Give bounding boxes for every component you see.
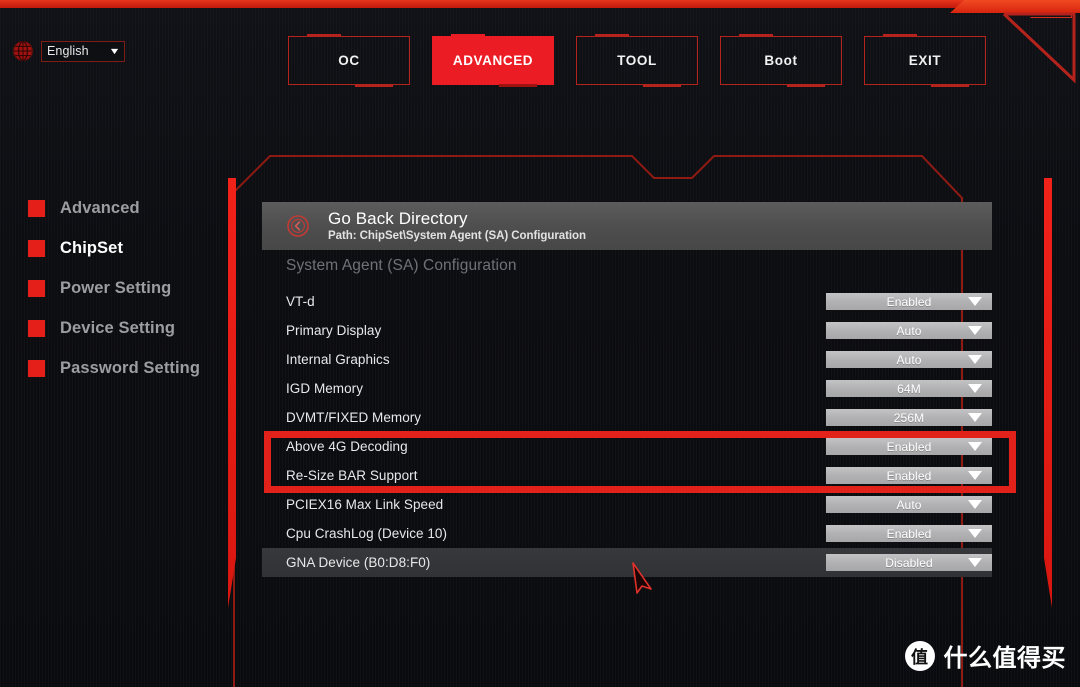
square-bullet-icon <box>28 319 45 337</box>
setting-value: Disabled <box>885 555 933 570</box>
go-back-title: Go Back Directory <box>328 208 468 228</box>
setting-label: Internal Graphics <box>286 352 390 367</box>
tab-label: ADVANCED <box>452 53 534 68</box>
setting-dropdown[interactable]: Enabled <box>826 525 992 542</box>
chevron-down-icon <box>968 442 982 451</box>
globe-icon <box>13 41 33 61</box>
setting-label: VT-d <box>286 294 315 309</box>
setting-label: Primary Display <box>286 323 382 338</box>
table-row[interactable]: GNA Device (B0:D8:F0) Disabled <box>262 548 992 577</box>
sidebar-item-password-setting[interactable]: Password Setting <box>28 348 228 388</box>
sidebar-item-label: Power Setting <box>60 278 172 297</box>
square-bullet-icon <box>28 239 45 257</box>
back-arrow-circle-icon <box>287 215 309 237</box>
square-bullet-icon <box>28 199 45 217</box>
setting-value: Enabled <box>886 468 932 483</box>
setting-label: Cpu CrashLog (Device 10) <box>286 526 448 541</box>
tab-label: EXIT <box>908 53 942 68</box>
setting-dropdown[interactable]: 256M <box>826 409 992 426</box>
table-row[interactable]: Cpu CrashLog (Device 10) Enabled <box>262 519 992 548</box>
bios-screen: English ▼ OC ADVANCED TOOL Boot EXIT Adv… <box>0 0 1080 687</box>
watermark-badge-icon: 值 <box>904 640 935 671</box>
watermark: 值 什么值得买 <box>904 638 1067 673</box>
sidebar-item-label: Advanced <box>60 198 140 217</box>
square-bullet-icon <box>28 279 45 297</box>
watermark-text: 什么值得买 <box>943 644 1066 672</box>
setting-dropdown[interactable]: 64M <box>826 380 992 397</box>
setting-value: Auto <box>896 323 922 338</box>
setting-label: DVMT/FIXED Memory <box>286 410 422 425</box>
sidebar-item-chipset[interactable]: ChipSet <box>28 228 228 268</box>
table-row[interactable]: DVMT/FIXED Memory 256M <box>262 403 992 432</box>
sidebar-item-label: Password Setting <box>60 358 201 377</box>
setting-dropdown[interactable]: Auto <box>826 496 992 513</box>
sidebar-item-device-setting[interactable]: Device Setting <box>28 308 228 348</box>
setting-value: Enabled <box>886 439 932 454</box>
setting-label: PCIEX16 Max Link Speed <box>286 497 444 512</box>
chevron-down-icon <box>968 326 982 335</box>
chevron-down-icon <box>968 500 982 509</box>
tab-label: TOOL <box>617 53 657 68</box>
tab-label: Boot <box>764 53 798 68</box>
tab-tool[interactable]: TOOL <box>576 34 698 87</box>
table-row[interactable]: IGD Memory 64M <box>262 374 992 403</box>
language-value: English <box>47 44 89 58</box>
table-row[interactable]: Internal Graphics Auto <box>262 345 992 374</box>
settings-list: VT-d Enabled Primary Display Auto Intern… <box>262 287 992 577</box>
language-dropdown[interactable]: English ▼ <box>41 40 125 62</box>
chevron-down-icon <box>968 355 982 364</box>
go-back-path: Path: ChipSet\System Agent (SA) Configur… <box>328 229 586 242</box>
table-row[interactable]: Above 4G Decoding Enabled <box>262 432 992 461</box>
chevron-down-icon <box>968 471 982 480</box>
setting-value: Auto <box>896 352 922 367</box>
sidebar: Advanced ChipSet Power Setting Device Se… <box>28 188 228 388</box>
setting-label: GNA Device (B0:D8:F0) <box>286 555 431 570</box>
setting-label: Re-Size BAR Support <box>286 468 418 483</box>
setting-value: Enabled <box>886 294 932 309</box>
setting-dropdown[interactable]: Enabled <box>826 438 992 455</box>
tab-label: OC <box>338 53 360 68</box>
chevron-down-icon <box>968 384 982 393</box>
top-accent-strip <box>0 0 1080 8</box>
triangle-decoration-icon <box>1002 12 1076 84</box>
chevron-down-icon <box>968 413 982 422</box>
panel-left-accent-bar <box>228 178 236 638</box>
tab-exit[interactable]: EXIT <box>864 34 986 87</box>
setting-value: 64M <box>897 381 921 396</box>
chevron-down-icon <box>968 297 982 306</box>
setting-dropdown[interactable]: Disabled <box>826 554 992 571</box>
table-row[interactable]: Primary Display Auto <box>262 316 992 345</box>
setting-dropdown[interactable]: Auto <box>826 322 992 339</box>
go-back-texts: Go Back Directory Path: ChipSet\System A… <box>328 209 586 244</box>
tab-boot[interactable]: Boot <box>720 34 842 87</box>
table-row[interactable]: Re-Size BAR Support Enabled <box>262 461 992 490</box>
setting-value: Enabled <box>886 526 932 541</box>
chevron-down-icon <box>968 529 982 538</box>
setting-dropdown[interactable]: Enabled <box>826 293 992 310</box>
mouse-pointer-icon <box>632 562 652 594</box>
chevron-down-icon <box>968 558 982 567</box>
tab-advanced[interactable]: ADVANCED <box>432 34 554 87</box>
setting-label: IGD Memory <box>286 381 364 396</box>
tab-oc[interactable]: OC <box>288 34 410 87</box>
sidebar-item-label: Device Setting <box>60 318 176 337</box>
sidebar-item-label: ChipSet <box>60 238 124 257</box>
top-nav: OC ADVANCED TOOL Boot EXIT <box>288 34 986 87</box>
section-title: System Agent (SA) Configuration <box>286 257 517 274</box>
panel-right-accent-bar <box>1044 178 1052 638</box>
setting-dropdown[interactable]: Auto <box>826 351 992 368</box>
setting-label: Above 4G Decoding <box>286 439 408 454</box>
table-row[interactable]: PCIEX16 Max Link Speed Auto <box>262 490 992 519</box>
go-back-directory-button[interactable]: Go Back Directory Path: ChipSet\System A… <box>262 202 992 250</box>
setting-dropdown[interactable]: Enabled <box>826 467 992 484</box>
square-bullet-icon <box>28 359 45 377</box>
setting-value: 256M <box>893 410 925 425</box>
sidebar-item-advanced[interactable]: Advanced <box>28 188 228 228</box>
language-selector[interactable]: English ▼ <box>12 40 125 62</box>
table-row[interactable]: VT-d Enabled <box>262 287 992 316</box>
setting-value: Auto <box>896 497 922 512</box>
sidebar-item-power-setting[interactable]: Power Setting <box>28 268 228 308</box>
chevron-down-icon: ▼ <box>108 45 121 56</box>
